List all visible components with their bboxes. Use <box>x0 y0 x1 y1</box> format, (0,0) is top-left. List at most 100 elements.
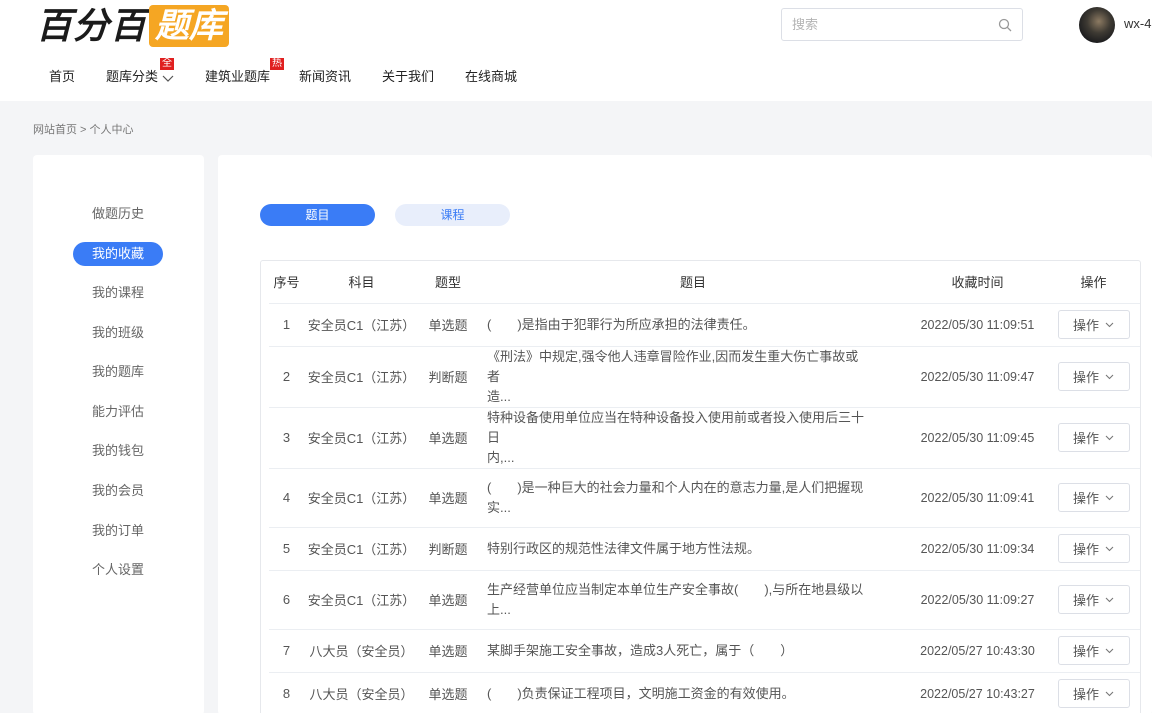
site-header: 百分百 题库 wx-4 首页 题库分类 全 建筑业题库 热 新闻资讯 关于 <box>0 0 1152 101</box>
cell-question[interactable]: 特别行政区的规范性法律文件属于地方性法规。 <box>477 527 909 571</box>
cell-action: 操作 <box>1046 629 1140 673</box>
action-dropdown-button[interactable]: 操作 <box>1057 423 1130 452</box>
table-row[interactable]: 6 安全员C1（江苏） 单选题 生产经营单位应当制定本单位生产安全事故( ),与所在地… <box>269 570 1140 630</box>
sidebar-item-question-banks[interactable]: 我的题库 <box>73 360 163 384</box>
table-header-row: 序号 科目 题型 题目 收藏时间 操作 <box>269 261 1140 304</box>
cell-action: 操作 <box>1046 407 1140 469</box>
sidebar-item-assessment[interactable]: 能力评估 <box>73 400 163 424</box>
action-label: 操作 <box>1072 644 1099 659</box>
question-text-line1: 某脚手架施工安全事故，造成3人死亡，属于（ ） <box>487 642 794 658</box>
question-text-line1: 《刑法》中规定,强令他人违章冒险作业,因而发生重大伤亡事故或者 <box>487 348 859 384</box>
search-icon[interactable] <box>998 18 1012 32</box>
action-dropdown-button[interactable]: 操作 <box>1057 636 1130 665</box>
nav-news[interactable]: 新闻资讯 <box>299 66 351 88</box>
cell-subject: 安全员C1（江苏） <box>304 303 419 347</box>
chevron-down-icon <box>1105 546 1114 552</box>
nav-question-categories[interactable]: 题库分类 全 <box>106 58 174 88</box>
table-row[interactable]: 7 八大员（安全员） 单选题 某脚手架施工安全事故，造成3人死亡，属于（ ） 2022/… <box>269 629 1140 673</box>
cell-action: 操作 <box>1046 570 1140 630</box>
site-logo[interactable]: 百分百 题库 <box>36 5 230 47</box>
search-input[interactable] <box>792 17 998 32</box>
cell-question[interactable]: ( )负责保证工程项目，文明施工资金的有效使用。 <box>477 672 909 713</box>
cell-question[interactable]: ( )是指由于犯罪行为所应承担的法律责任。 <box>477 303 909 347</box>
cell-question[interactable]: 生产经营单位应当制定本单位生产安全事故( ),与所在地县级以 上... <box>477 570 909 630</box>
question-text-line1: 生产经营单位应当制定本单位生产安全事故( ),与所在地县级以 <box>487 581 864 597</box>
nav-shop[interactable]: 在线商城 <box>465 66 517 88</box>
search-box[interactable] <box>781 8 1023 41</box>
action-label: 操作 <box>1072 318 1099 333</box>
question-text-line2: 实... <box>487 499 511 515</box>
tab-questions[interactable]: 题目 <box>260 204 375 226</box>
nav-label: 建筑业题库 <box>205 69 271 84</box>
cell-no: 6 <box>269 570 304 630</box>
logo-text: 百分百 <box>36 5 148 46</box>
action-label: 操作 <box>1072 687 1099 702</box>
cell-favorite-time: 2022/05/30 11:09:47 <box>909 346 1046 408</box>
action-dropdown-button[interactable]: 操作 <box>1057 679 1130 708</box>
table-row[interactable]: 2 安全员C1（江苏） 判断题 《刑法》中规定,强令他人违章冒险作业,因而发生重大伤亡… <box>269 346 1140 408</box>
cell-type: 单选题 <box>419 570 477 630</box>
cell-question[interactable]: 某脚手架施工安全事故，造成3人死亡，属于（ ） <box>477 629 909 673</box>
action-label: 操作 <box>1072 542 1099 557</box>
cell-type: 判断题 <box>419 346 477 408</box>
cell-action: 操作 <box>1046 672 1140 713</box>
breadcrumb[interactable]: 网站首页 > 个人中心 <box>33 121 134 137</box>
chevron-down-icon <box>1105 597 1114 603</box>
action-label: 操作 <box>1072 593 1099 608</box>
cell-question[interactable]: 《刑法》中规定,强令他人违章冒险作业,因而发生重大伤亡事故或者 造... <box>477 346 909 408</box>
question-text-line1: ( )是指由于犯罪行为所应承担的法律责任。 <box>487 316 756 332</box>
cell-type: 单选题 <box>419 303 477 347</box>
nav-home[interactable]: 首页 <box>49 66 75 88</box>
sidebar-item-membership[interactable]: 我的会员 <box>73 479 163 503</box>
action-label: 操作 <box>1072 491 1099 506</box>
action-dropdown-button[interactable]: 操作 <box>1057 483 1130 512</box>
sidebar-item-favorites[interactable]: 我的收藏 <box>73 242 163 266</box>
sidebar-item-classes[interactable]: 我的班级 <box>73 321 163 345</box>
cell-question[interactable]: 特种设备使用单位应当在特种设备投入使用前或者投入使用后三十日 内,... <box>477 407 909 469</box>
col-header-no: 序号 <box>269 261 304 304</box>
nav-label: 在线商城 <box>465 69 518 84</box>
action-dropdown-button[interactable]: 操作 <box>1057 310 1130 339</box>
cell-favorite-time: 2022/05/27 10:43:30 <box>909 629 1046 673</box>
cell-no: 1 <box>269 303 304 347</box>
table-row[interactable]: 8 八大员（安全员） 单选题 ( )负责保证工程项目，文明施工资金的有效使用。 2022… <box>269 672 1140 713</box>
nav-construction-bank[interactable]: 建筑业题库 热 <box>205 58 284 88</box>
table-row[interactable]: 1 安全员C1（江苏） 单选题 ( )是指由于犯罪行为所应承担的法律责任。 2022/0… <box>269 303 1140 347</box>
cell-question[interactable]: ( )是一种巨大的社会力量和个人内在的意志力量,是人们把握现 实... <box>477 468 909 528</box>
action-dropdown-button[interactable]: 操作 <box>1057 534 1130 563</box>
sidebar-item-orders[interactable]: 我的订单 <box>73 519 163 543</box>
sidebar: 做题历史 我的收藏 我的课程 我的班级 我的题库 能力评估 我的钱包 我的会员 … <box>33 155 204 713</box>
question-text-line1: 特别行政区的规范性法律文件属于地方性法规。 <box>487 540 761 556</box>
cell-subject: 安全员C1（江苏） <box>304 570 419 630</box>
cell-no: 8 <box>269 672 304 713</box>
cell-type: 单选题 <box>419 672 477 713</box>
sidebar-item-history[interactable]: 做题历史 <box>73 202 163 226</box>
table-row[interactable]: 5 安全员C1（江苏） 判断题 特别行政区的规范性法律文件属于地方性法规。 2022/0… <box>269 527 1140 571</box>
action-dropdown-button[interactable]: 操作 <box>1057 362 1130 391</box>
cell-no: 3 <box>269 407 304 469</box>
table-row[interactable]: 3 安全员C1（江苏） 单选题 特种设备使用单位应当在特种设备投入使用前或者投入使用后… <box>269 407 1140 469</box>
tab-courses[interactable]: 课程 <box>395 204 510 226</box>
cell-subject: 安全员C1（江苏） <box>304 468 419 528</box>
nav-label: 新闻资讯 <box>299 69 352 84</box>
nav-label: 题库分类 <box>106 69 159 84</box>
cell-no: 5 <box>269 527 304 571</box>
table-row[interactable]: 4 安全员C1（江苏） 单选题( )是一种巨大的社会力量和个人内在的意志力量,是人们… <box>269 468 1140 528</box>
nav-badge-all: 全 <box>160 58 174 70</box>
cell-no: 7 <box>269 629 304 673</box>
action-dropdown-button[interactable]: 操作 <box>1057 585 1130 614</box>
username[interactable]: wx-4 <box>1124 16 1151 31</box>
sidebar-item-wallet[interactable]: 我的钱包 <box>73 439 163 463</box>
sidebar-item-settings[interactable]: 个人设置 <box>73 558 163 582</box>
question-text-line1: 特种设备使用单位应当在特种设备投入使用前或者投入使用后三十日 <box>487 409 865 445</box>
chevron-down-icon <box>1105 374 1114 380</box>
cell-subject: 安全员C1（江苏） <box>304 407 419 469</box>
user-avatar[interactable] <box>1079 7 1115 43</box>
action-label: 操作 <box>1072 431 1099 446</box>
nav-about[interactable]: 关于我们 <box>382 66 434 88</box>
cell-no: 2 <box>269 346 304 408</box>
chevron-down-icon <box>162 75 174 82</box>
nav-badge-hot: 热 <box>270 58 284 70</box>
col-header-action: 操作 <box>1046 261 1140 304</box>
sidebar-item-courses[interactable]: 我的课程 <box>73 281 163 305</box>
